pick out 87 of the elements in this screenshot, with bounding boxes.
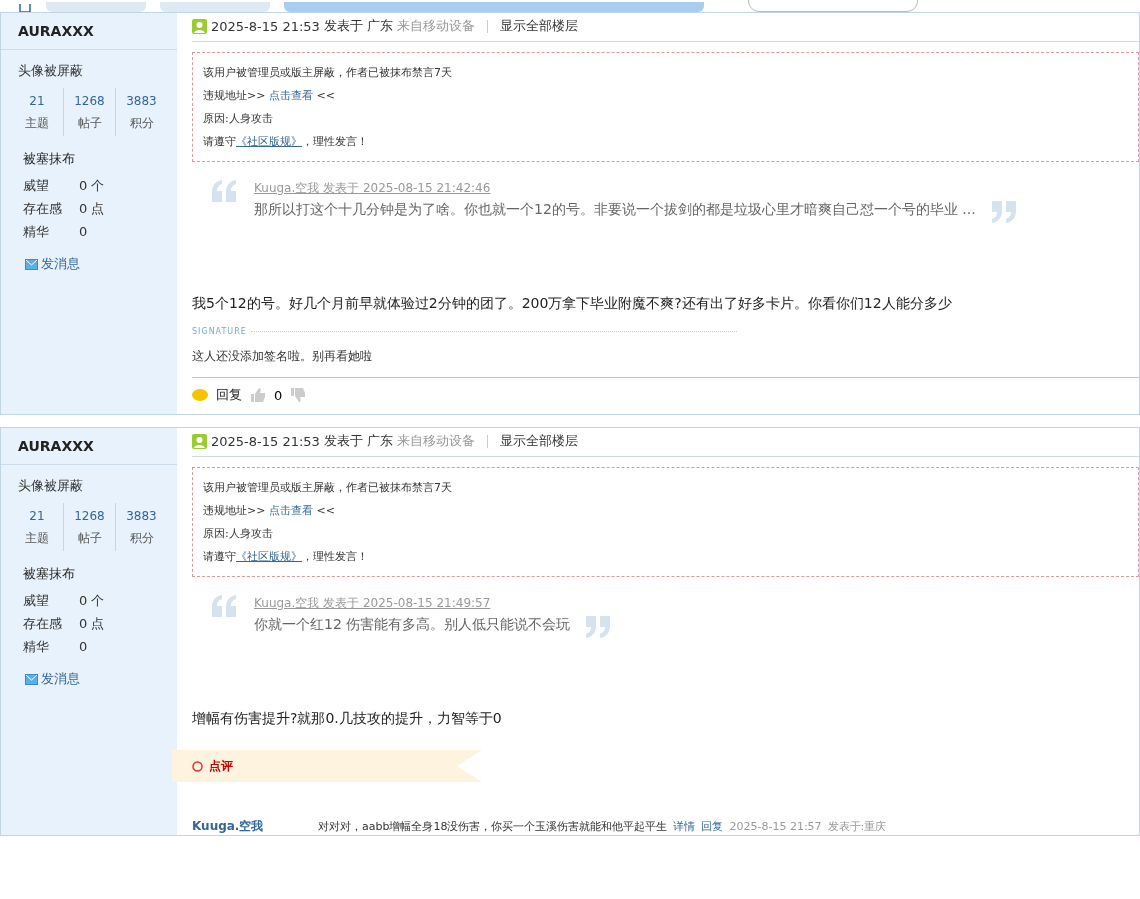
notice-text: ，理性发言！ [302, 135, 368, 148]
stat-value[interactable]: 3883 [116, 505, 167, 527]
device-label: 来自移动设备 [397, 17, 475, 35]
detail-label: 存在感 [23, 200, 63, 218]
detail-value: 0 [79, 223, 88, 241]
breadcrumb-tab[interactable] [284, 2, 704, 12]
detail-label: 威望 [23, 592, 50, 610]
reply-link[interactable]: 回复 [701, 819, 724, 834]
quote-icon [989, 201, 1016, 223]
view-link[interactable]: 点击查看 [268, 89, 313, 102]
notice-text: 违规地址>> [203, 504, 266, 517]
notice-text: 该用户被管理员或版主屏蔽，作者已被抹布禁言7天 [203, 65, 453, 81]
stat-label: 积分 [128, 530, 155, 547]
notice-text: 原因:人身攻击 [203, 526, 274, 542]
detail-label: 存在感 [23, 615, 63, 633]
notice-text: 违规地址>> [203, 89, 266, 102]
signature-label: SIGNATURE [192, 327, 247, 336]
author-name[interactable]: AURAXXX [1, 428, 177, 465]
notice-text: ，理性发言！ [302, 550, 368, 563]
detail-value: 0 点 [79, 200, 105, 218]
detail-link[interactable]: 详情 [673, 819, 696, 834]
like-count: 0 [274, 387, 283, 403]
breadcrumb-tab[interactable] [46, 2, 146, 12]
show-all-floors-link[interactable]: 显示全部楼层 [500, 17, 578, 35]
device-label: 来自移动设备 [397, 432, 475, 450]
stat-label: 帖子 [76, 115, 103, 132]
detail-value: 0 个 [79, 177, 105, 195]
rules-link[interactable]: 《社区版规》 [236, 550, 302, 563]
stat-label: 帖子 [76, 530, 103, 547]
show-all-floors-link[interactable]: 显示全部楼层 [500, 432, 578, 450]
detail-label: 威望 [23, 177, 50, 195]
signature-text: 这人还没添加签名啦。别再看她啦 [192, 348, 373, 365]
detail-value: 0 个 [79, 592, 105, 610]
detail-value: 0 点 [79, 615, 105, 633]
thumbs-up-icon[interactable] [250, 387, 266, 403]
home-icon[interactable] [18, 4, 32, 12]
user-group: 被塞抹布 [1, 551, 177, 589]
detail-label: 精华 [23, 223, 50, 241]
view-link[interactable]: 点击查看 [268, 504, 313, 517]
user-icon [192, 18, 207, 34]
user-icon [192, 433, 207, 449]
notice-text: 请遵守 [203, 550, 236, 563]
message-link[interactable]: 发消息 [25, 670, 80, 688]
notice-text: << [316, 504, 335, 517]
notice-text: 该用户被管理员或版主屏蔽，作者已被抹布禁言7天 [203, 480, 453, 496]
breadcrumb-tab[interactable] [160, 2, 270, 12]
avatar-note: 头像被屏蔽 [17, 62, 84, 80]
user-group: 被塞抹布 [1, 136, 177, 174]
comment-time: 2025-8-15 21:57 [729, 820, 822, 833]
stat-value[interactable]: 1268 [64, 505, 115, 527]
stat-value[interactable]: 21 [11, 505, 63, 527]
rules-link[interactable]: 《社区版规》 [236, 135, 302, 148]
detail-value: 0 [79, 638, 88, 656]
stat-label: 积分 [128, 115, 155, 132]
stat-value[interactable]: 3883 [116, 90, 167, 112]
thumbs-down-icon[interactable] [290, 387, 307, 403]
notice-text: 请遵守 [203, 135, 236, 148]
post-date: 2025-8-15 21:53 [211, 433, 320, 449]
stat-value[interactable]: 1268 [64, 90, 115, 112]
mail-icon [25, 258, 38, 270]
posted-location: 发表于 广东 [323, 432, 393, 450]
posted-location: 发表于 广东 [323, 17, 393, 35]
post-body: 增幅有伤害提升?就那0.几技攻的提升，力智等于0 [192, 710, 503, 728]
quote-icon [584, 616, 611, 638]
stat-value[interactable]: 21 [11, 90, 63, 112]
stat-label: 主题 [24, 530, 50, 547]
mail-icon [25, 673, 38, 685]
quote-icon [212, 180, 238, 202]
detail-label: 精华 [23, 638, 50, 656]
comment-text: 对对对，aabb增幅全身18没伤害，你买一个玉溪伤害就能和他平起平生 [318, 819, 668, 834]
message-link[interactable]: 发消息 [25, 255, 80, 273]
post-body: 我5个12的号。好几个月前早就体验过2分钟的团了。200万拿下毕业附魔不爽?还有出了好多卡片。你看你们12人能分多少 [192, 295, 953, 313]
avatar-note: 头像被屏蔽 [17, 477, 84, 495]
author-name[interactable]: AURAXXX [1, 13, 177, 50]
quote-text: 你就一个红12 伤害能有多高。别人低只能说不会玩 [254, 616, 611, 638]
stat-label: 主题 [24, 115, 50, 132]
notice-text: << [316, 89, 335, 102]
comment-location: 发表于:重庆 [827, 819, 887, 834]
speech-bubble-icon [192, 389, 208, 401]
notice-text: 原因:人身攻击 [203, 111, 274, 127]
quote-icon [212, 595, 238, 617]
quote-text: 那所以打这个十几分钟是为了啥。你也就一个12的号。非要说一个拔剑的都是垃圾心里才暗爽自己怼一个号的毕业 ... [254, 201, 1016, 223]
comment-author[interactable]: Kuuga.空我 [192, 818, 312, 835]
comments-header: 点评 [172, 750, 482, 782]
reply-button[interactable]: 回复 [216, 386, 242, 404]
post-date: 2025-8-15 21:53 [211, 18, 320, 34]
circle-icon [192, 760, 203, 772]
